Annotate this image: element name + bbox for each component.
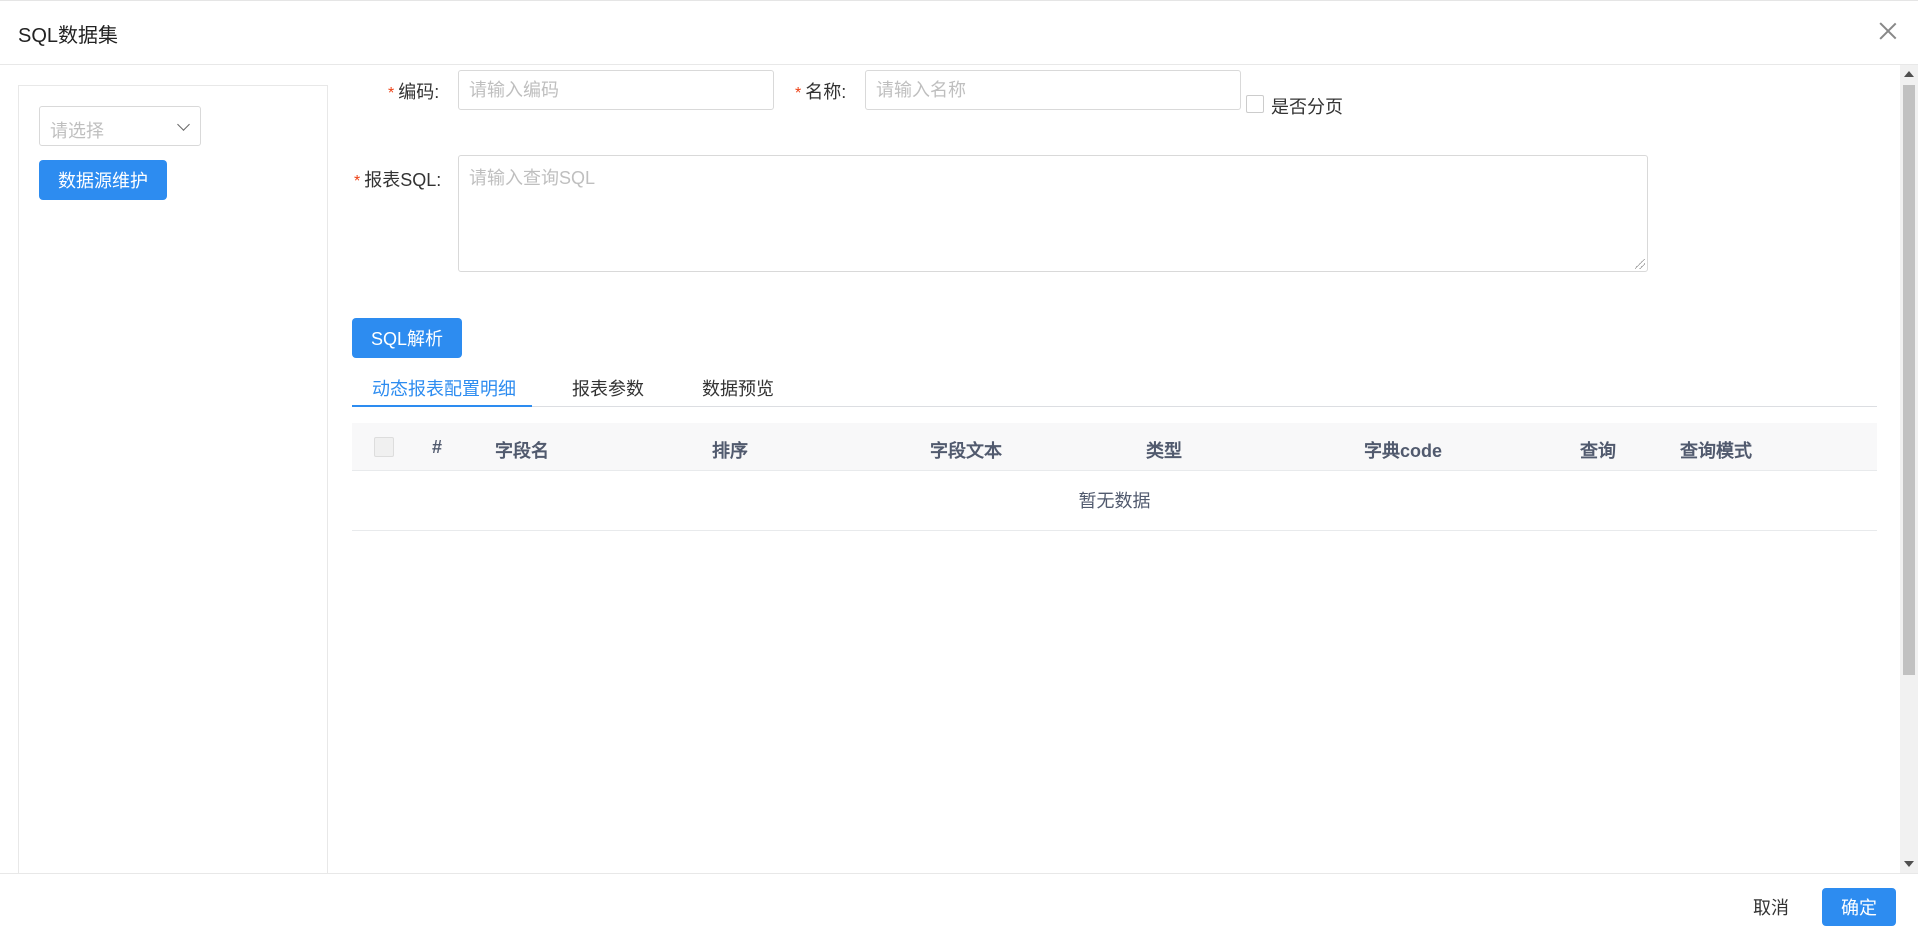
close-icon[interactable] xyxy=(1876,19,1900,43)
tab-report-params[interactable]: 报表参数 xyxy=(572,375,644,401)
dialog-footer: 取消 确定 xyxy=(0,873,1918,935)
active-tab-indicator xyxy=(352,405,532,407)
table-header: # 字段名 排序 字段文本 类型 字典code 查询 查询模式 xyxy=(352,423,1877,471)
chevron-down-icon xyxy=(177,118,190,131)
tab-dynamic-report-config[interactable]: 动态报表配置明细 xyxy=(372,375,516,401)
name-label-text: 名称: xyxy=(805,82,847,102)
scroll-thumb[interactable] xyxy=(1903,85,1915,675)
name-label: * 名称: xyxy=(795,78,846,104)
sql-label-text: 报表SQL: xyxy=(364,170,442,190)
code-input[interactable]: 请输入编码 xyxy=(458,70,774,110)
column-header-type: 类型 xyxy=(1146,441,1182,461)
column-header-sort: 排序 xyxy=(712,441,748,461)
resize-handle-icon[interactable] xyxy=(1635,259,1645,269)
column-header-field-name: 字段名 xyxy=(495,441,549,461)
scroll-down-icon[interactable] xyxy=(1904,861,1914,867)
required-mark: * xyxy=(354,173,361,190)
detail-tabs: 动态报表配置明细 报表参数 数据预览 xyxy=(352,367,1877,407)
ok-button[interactable]: 确定 xyxy=(1822,888,1896,926)
datasource-select[interactable]: 请选择 xyxy=(39,106,201,146)
select-all-checkbox[interactable] xyxy=(374,437,394,457)
code-label-text: 编码: xyxy=(398,82,440,102)
scroll-up-icon[interactable] xyxy=(1904,71,1914,77)
vertical-scrollbar[interactable] xyxy=(1900,65,1918,873)
required-mark: * xyxy=(388,85,395,102)
code-label: * 编码: xyxy=(388,78,439,104)
datasource-panel: 请选择 数据源维护 xyxy=(18,85,328,885)
sql-textarea-placeholder: 请输入查询SQL xyxy=(469,168,596,188)
paging-label: 是否分页 xyxy=(1271,97,1343,117)
sql-label: * 报表SQL: xyxy=(354,166,441,192)
column-header-query-mode: 查询模式 xyxy=(1680,441,1752,461)
dataset-form: * 编码: 请输入编码 * 名称: 请输入名称 是否分页 * 报表SQL: 请输入查询… xyxy=(352,65,1882,873)
sql-textarea[interactable]: 请输入查询SQL xyxy=(458,155,1648,272)
table-empty-row: 暂无数据 xyxy=(352,471,1877,531)
required-mark: * xyxy=(795,85,802,102)
name-input[interactable]: 请输入名称 xyxy=(865,70,1241,110)
datasource-select-placeholder: 请选择 xyxy=(50,121,104,141)
cancel-button[interactable]: 取消 xyxy=(1734,888,1808,926)
column-header-index: # xyxy=(432,437,443,457)
sql-dataset-dialog: SQL数据集 请选择 数据源维护 * 编码: 请输入编码 * 名称: 请输入名称 是… xyxy=(0,0,1918,935)
paging-checkbox[interactable] xyxy=(1246,95,1264,113)
dialog-header: SQL数据集 xyxy=(0,0,1918,65)
column-header-dict-code: 字典code xyxy=(1364,441,1443,461)
datasource-maintain-button[interactable]: 数据源维护 xyxy=(39,160,167,200)
dialog-title: SQL数据集 xyxy=(18,25,119,47)
dialog-body: 请选择 数据源维护 * 编码: 请输入编码 * 名称: 请输入名称 是否分页 * 报表… xyxy=(0,65,1918,885)
column-header-field-text: 字段文本 xyxy=(930,441,1002,461)
empty-text: 暂无数据 xyxy=(1078,491,1151,511)
sql-parse-button[interactable]: SQL解析 xyxy=(352,318,462,358)
tab-data-preview[interactable]: 数据预览 xyxy=(702,375,774,401)
column-header-query: 查询 xyxy=(1580,441,1616,461)
